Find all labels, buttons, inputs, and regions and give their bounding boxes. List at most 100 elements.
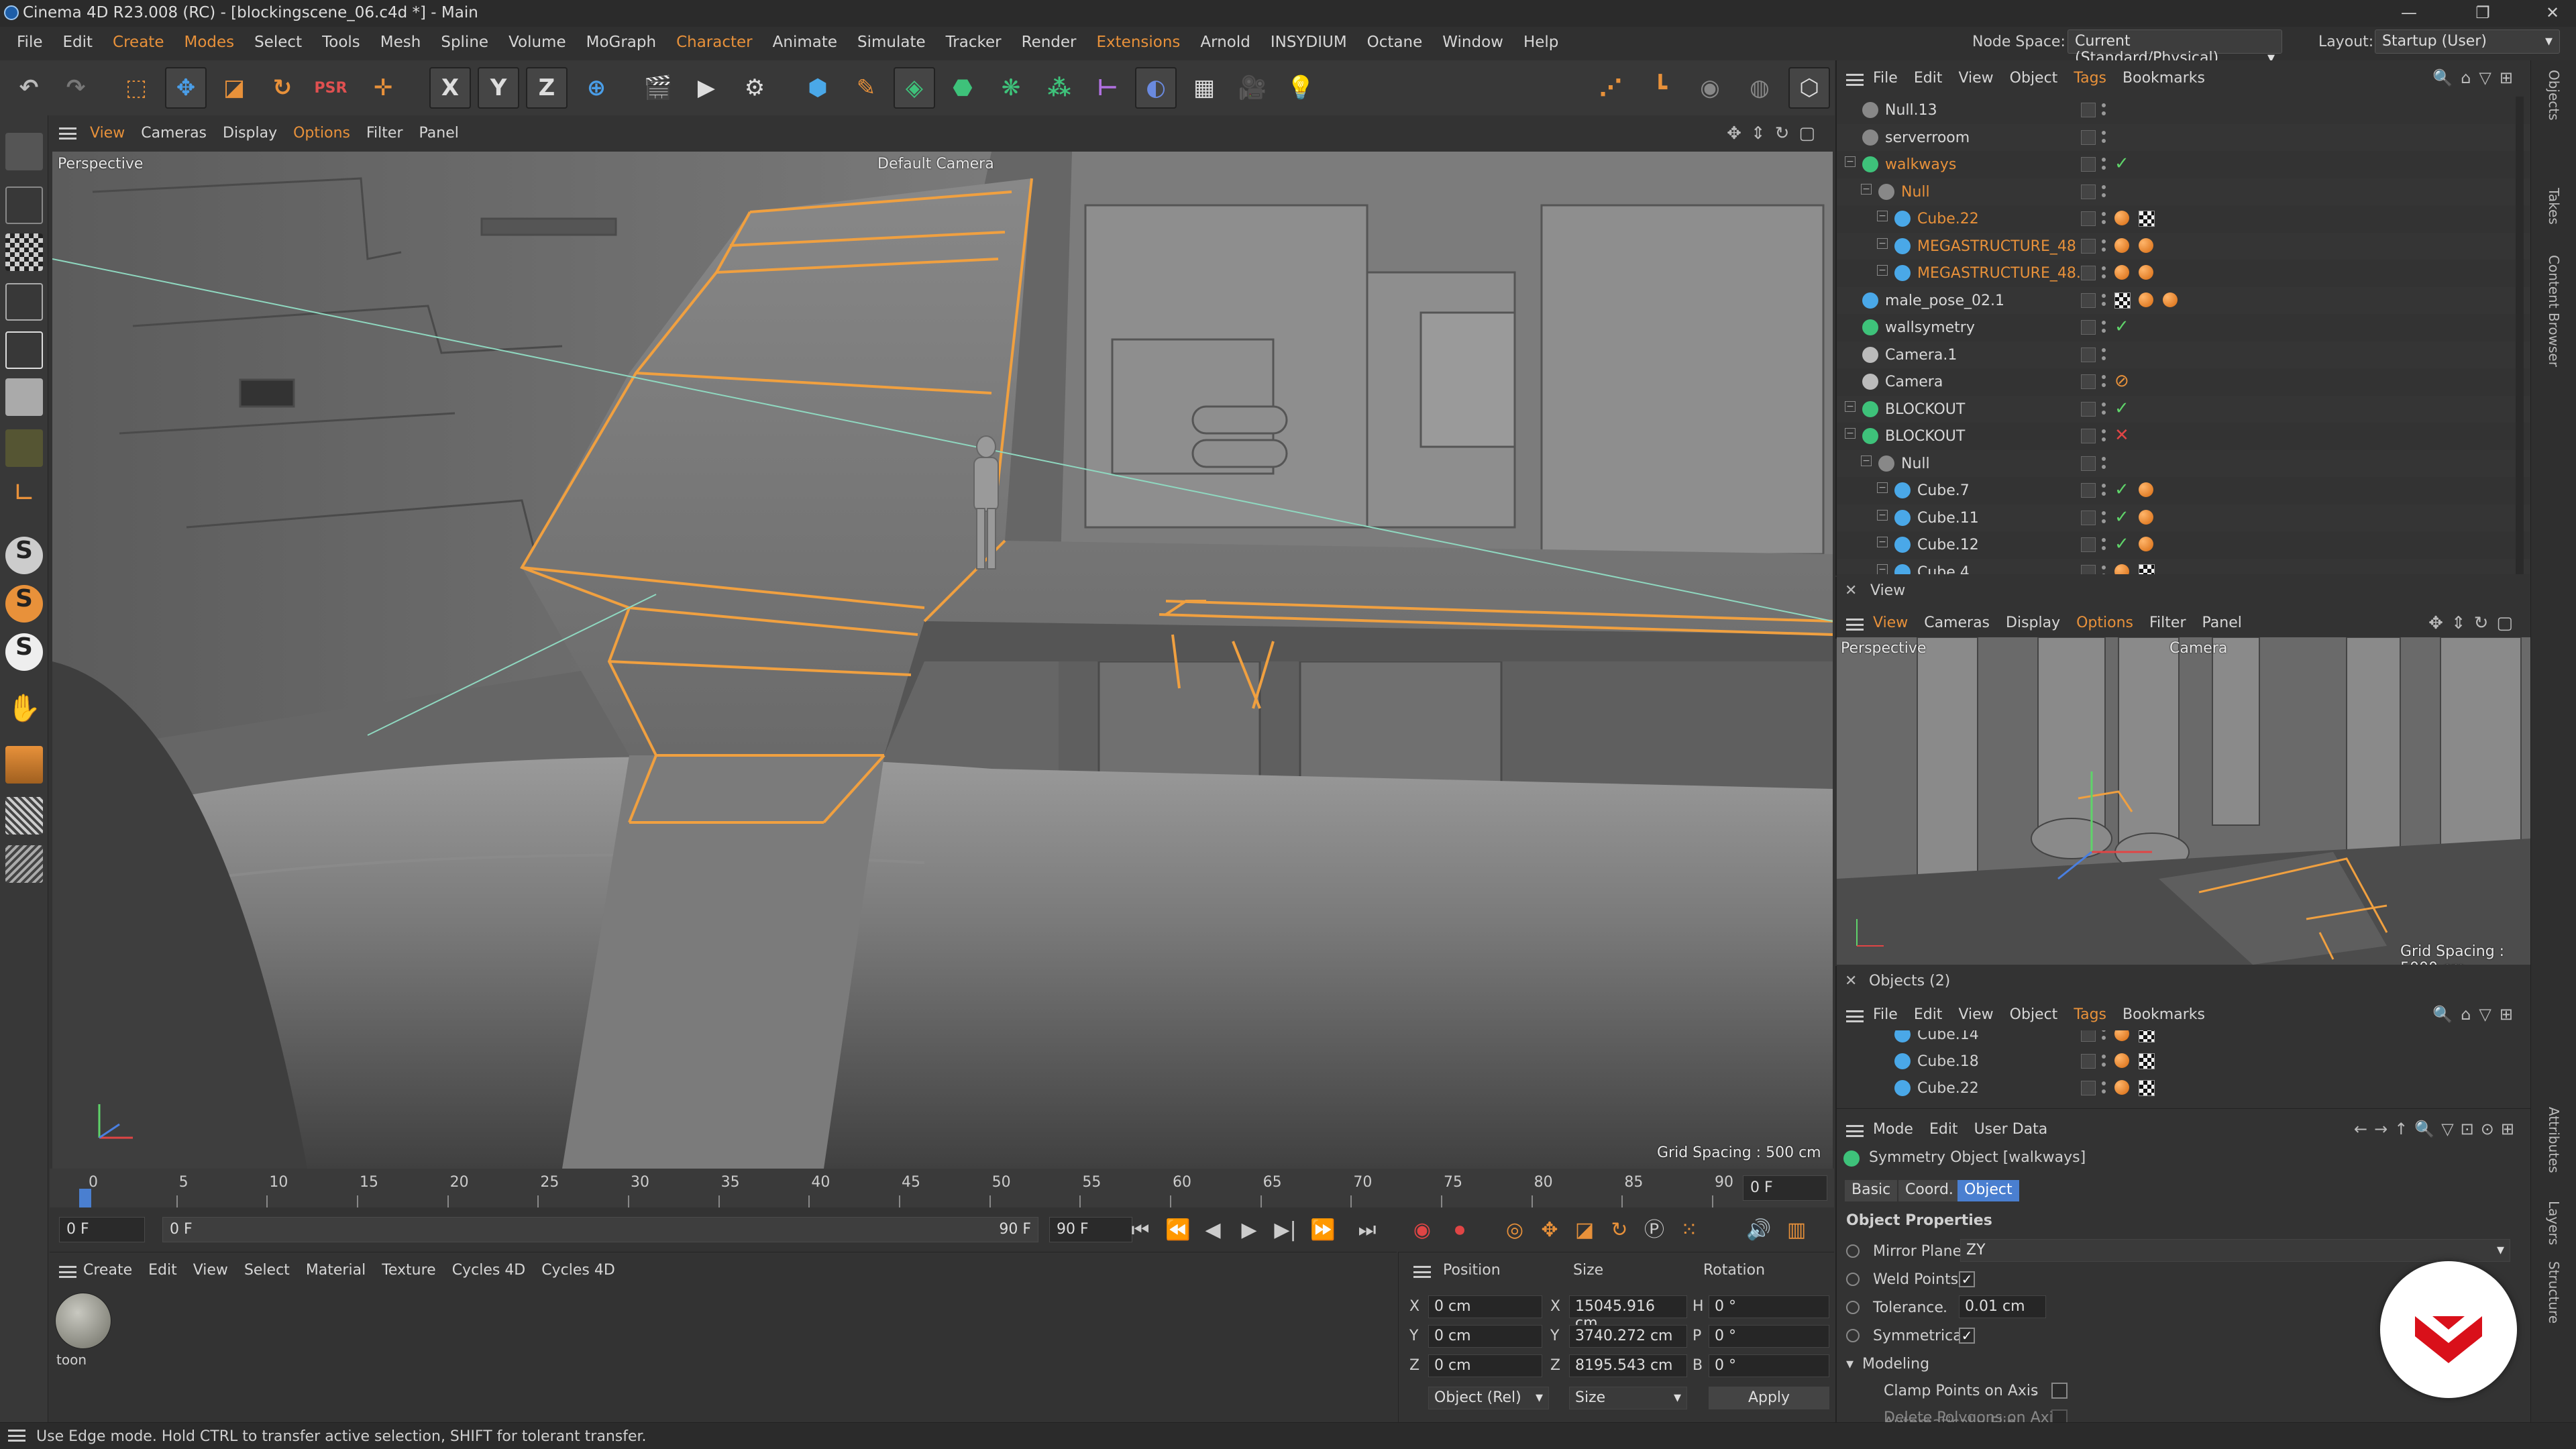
layer-toggle[interactable] bbox=[2081, 1030, 2096, 1042]
object-name[interactable]: BLOCKOUT bbox=[1885, 401, 1965, 418]
viewport-menu-filter[interactable]: Filter bbox=[366, 125, 419, 142]
coordinate-system-icon[interactable]: ⊕ bbox=[576, 67, 617, 109]
node-space-select[interactable]: Current (Standard/Physical) ▾ bbox=[2068, 30, 2282, 66]
workplane-grid-icon[interactable] bbox=[5, 746, 43, 784]
phong-tag-icon[interactable] bbox=[2114, 1030, 2129, 1041]
mirror-plane-select[interactable]: ZY ▾ bbox=[1960, 1239, 2510, 1262]
point-mode-icon[interactable]: ◉ bbox=[1689, 67, 1731, 109]
viewport-menu-display[interactable]: Display bbox=[223, 125, 293, 142]
coords-size-mode-select[interactable]: Size ▾ bbox=[1569, 1387, 1687, 1409]
object-name[interactable]: Null.13 bbox=[1885, 102, 1937, 119]
view2-menu-cameras[interactable]: Cameras bbox=[1924, 614, 2006, 631]
key-pla-icon[interactable]: ⁙ bbox=[1674, 1216, 1704, 1245]
om2-close-icon[interactable]: ✕ bbox=[1845, 973, 1857, 989]
attr-tab-coord[interactable]: Coord. bbox=[1898, 1180, 1960, 1201]
object-row[interactable]: − Cube.7 ✓ bbox=[1837, 477, 2532, 504]
view2-menu-options[interactable]: Options bbox=[2076, 614, 2149, 631]
secondary-viewport[interactable]: Perspective Camera Grid Spacing : 5000 c… bbox=[1837, 637, 2530, 965]
attr-menu-mode[interactable]: Mode bbox=[1873, 1121, 1929, 1138]
object-name[interactable]: wallsymetry bbox=[1885, 319, 1975, 336]
next-frame-icon[interactable]: ▶| bbox=[1271, 1216, 1300, 1245]
coord-position-field[interactable]: 0 cm bbox=[1428, 1325, 1542, 1348]
object-row[interactable]: − MEGASTRUCTURE_48 bbox=[1837, 232, 2532, 260]
edges-mode-icon[interactable] bbox=[5, 331, 43, 369]
object-row[interactable]: − walkways ✓ bbox=[1837, 151, 2532, 178]
field-icon[interactable]: ◐ bbox=[1135, 67, 1177, 109]
sound-icon[interactable]: 🔊 bbox=[1744, 1216, 1774, 1245]
material-menu-cycles-4d[interactable]: Cycles 4D bbox=[452, 1262, 542, 1279]
expand-toggle-icon[interactable]: − bbox=[1877, 509, 1888, 521]
layer-toggle[interactable] bbox=[2081, 401, 2096, 417]
object-name[interactable]: Camera.1 bbox=[1885, 347, 1957, 364]
side-tab-attributes[interactable]: Attributes bbox=[2546, 1107, 2562, 1173]
object-row[interactable]: − BLOCKOUT ✕ bbox=[1837, 423, 2532, 449]
material-menu-view[interactable]: View bbox=[193, 1262, 244, 1279]
phong-tag-icon[interactable] bbox=[2139, 265, 2153, 280]
weld-points-anim-icon[interactable] bbox=[1846, 1273, 1860, 1286]
layer-toggle[interactable] bbox=[2081, 374, 2096, 389]
menu-edit[interactable]: Edit bbox=[53, 34, 103, 51]
layer-toggle[interactable] bbox=[2081, 266, 2096, 280]
texture-tag-icon[interactable] bbox=[2139, 564, 2155, 574]
visibility-dots-icon[interactable] bbox=[2101, 318, 2106, 337]
material-menu-texture[interactable]: Texture bbox=[382, 1262, 452, 1279]
visibility-dots-icon[interactable] bbox=[2101, 535, 2106, 554]
floor-icon[interactable]: ▦ bbox=[1183, 67, 1225, 109]
attr-menu-edit[interactable]: Edit bbox=[1929, 1121, 1974, 1138]
texture-tag-icon[interactable] bbox=[2139, 1053, 2155, 1069]
attr-tab-object[interactable]: Object bbox=[1957, 1180, 2019, 1201]
viewport-menu-panel[interactable]: Panel bbox=[419, 125, 474, 142]
expand-toggle-icon[interactable]: − bbox=[1877, 564, 1888, 574]
render-view-icon[interactable]: ▶ bbox=[686, 67, 727, 109]
object-name[interactable]: Null bbox=[1901, 455, 1930, 472]
visibility-dots-icon[interactable] bbox=[2101, 264, 2106, 282]
attr-nav-icons[interactable]: ←→↑🔍▽⊡⊙⊞ bbox=[2354, 1120, 2521, 1138]
visibility-dots-icon[interactable] bbox=[2101, 1079, 2106, 1097]
om-search-filter-icons[interactable]: 🔍⌂▽⊞ bbox=[2432, 68, 2521, 87]
snap-icon[interactable]: ⋰ bbox=[1590, 67, 1631, 109]
menu-render[interactable]: Render bbox=[1012, 34, 1087, 51]
status-hamburger-icon[interactable] bbox=[8, 1430, 25, 1442]
material-menu-select[interactable]: Select bbox=[244, 1262, 306, 1279]
side-tab-objects[interactable]: Objects bbox=[2546, 70, 2562, 121]
phong-tag-icon[interactable] bbox=[2114, 1080, 2129, 1095]
texture-tag-icon[interactable] bbox=[2139, 1080, 2155, 1096]
material-menu-cycles-4d[interactable]: Cycles 4D bbox=[541, 1262, 631, 1279]
om-menu-object[interactable]: Object bbox=[2010, 70, 2074, 87]
move-tool-icon[interactable]: ✥ bbox=[165, 67, 207, 109]
menu-octane[interactable]: Octane bbox=[1357, 34, 1433, 51]
attr-tab-basic[interactable]: Basic bbox=[1845, 1180, 1898, 1201]
playhead[interactable] bbox=[79, 1189, 91, 1208]
view2-menu-panel[interactable]: Panel bbox=[2202, 614, 2257, 631]
menu-tools[interactable]: Tools bbox=[312, 34, 370, 51]
extrude-generator-icon[interactable]: ⬣ bbox=[942, 67, 983, 109]
render-region-icon[interactable]: 🎬 bbox=[637, 67, 679, 109]
om-menu-file[interactable]: File bbox=[1873, 70, 1914, 87]
attr-hamburger-icon[interactable] bbox=[1846, 1125, 1864, 1137]
phong-tag-icon[interactable] bbox=[2139, 482, 2153, 497]
coords-apply-button[interactable]: Apply bbox=[1709, 1387, 1829, 1409]
start-frame-field[interactable]: 0 F bbox=[59, 1217, 145, 1242]
layer-toggle[interactable] bbox=[2081, 483, 2096, 498]
polygons-mode-icon[interactable] bbox=[5, 378, 43, 416]
coord-rotation-field[interactable]: 0 ° bbox=[1709, 1354, 1829, 1377]
layer-toggle[interactable] bbox=[2081, 184, 2096, 199]
object-name[interactable]: MEGASTRUCTURE_48.1 bbox=[1917, 265, 2090, 282]
preview-range-slider[interactable]: 0 F 90 F bbox=[162, 1217, 1038, 1242]
visibility-dots-icon[interactable] bbox=[2101, 508, 2106, 527]
menu-simulate[interactable]: Simulate bbox=[847, 34, 936, 51]
main-viewport[interactable]: Perspective Default Camera Grid Spacing … bbox=[52, 152, 1833, 1169]
object-row[interactable]: Cube.14 bbox=[1837, 1030, 2532, 1048]
menu-animate[interactable]: Animate bbox=[763, 34, 847, 51]
texture-tag-icon[interactable] bbox=[2139, 211, 2155, 227]
enabled-check-icon[interactable]: ✓ bbox=[2114, 535, 2131, 553]
light-object-icon[interactable]: 💡 bbox=[1280, 67, 1322, 109]
om2-hamburger-icon[interactable] bbox=[1846, 1010, 1864, 1022]
object-row[interactable]: − Cube.12 ✓ bbox=[1837, 531, 2532, 558]
polygon-mode-icon[interactable]: ◍ bbox=[1739, 67, 1780, 109]
layer-toggle[interactable] bbox=[2081, 211, 2096, 226]
object-row[interactable]: Null.13 bbox=[1837, 97, 2532, 123]
om-menu-view[interactable]: View bbox=[1958, 70, 2009, 87]
object-mode-icon[interactable] bbox=[5, 186, 43, 224]
expand-toggle-icon[interactable]: − bbox=[1861, 183, 1872, 195]
